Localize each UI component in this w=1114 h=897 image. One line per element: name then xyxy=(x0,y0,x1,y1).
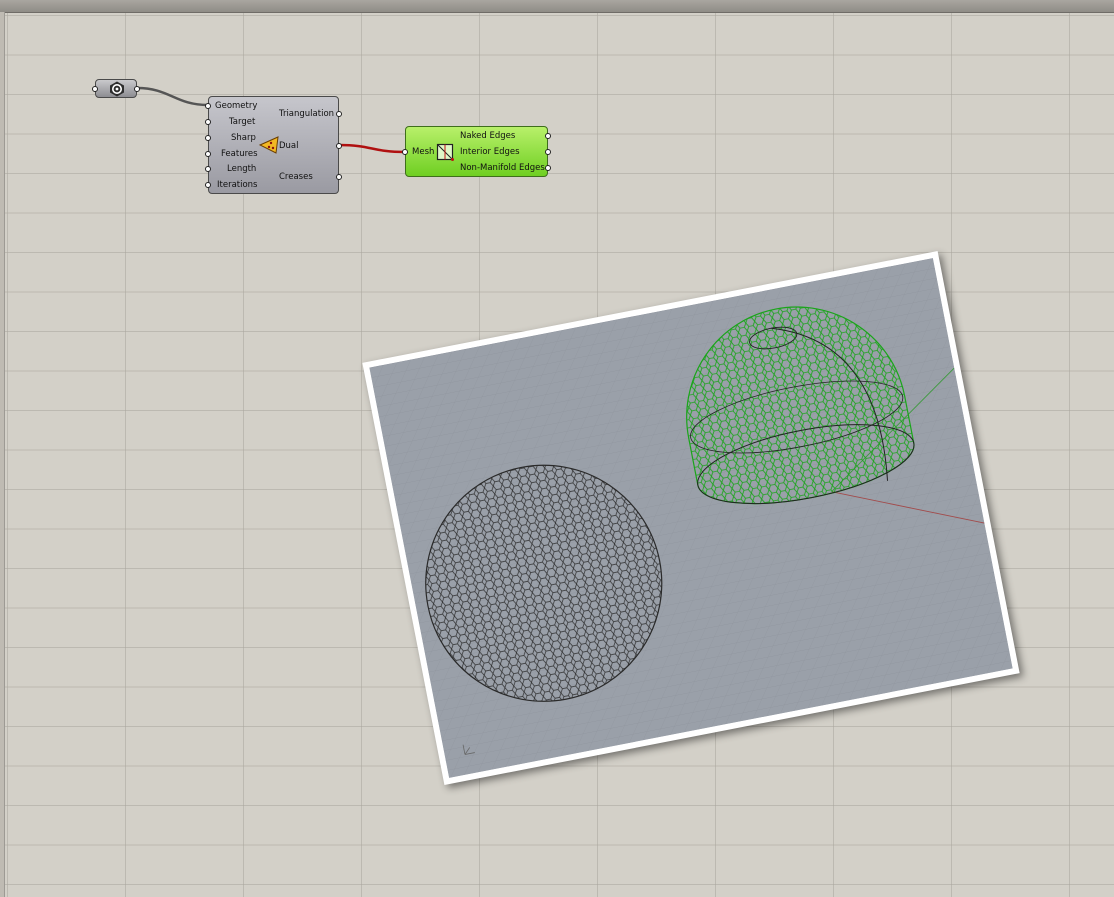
output-triangulation: Triangulation xyxy=(279,109,335,119)
grip-mesh[interactable] xyxy=(402,149,408,155)
input-geometry: Geometry xyxy=(215,101,258,111)
mesh-edges-icon xyxy=(436,143,454,161)
canvas-left-border xyxy=(0,12,5,897)
input-features: Features xyxy=(221,149,258,159)
remesh-component[interactable]: Geometry Target Sharp Features Length It… xyxy=(205,96,342,194)
grip-creases[interactable] xyxy=(336,174,342,180)
output-naked-edges: Naked Edges xyxy=(460,131,516,141)
input-length: Length xyxy=(227,164,257,174)
grip-target[interactable] xyxy=(205,119,211,125)
input-mesh: Mesh xyxy=(412,147,435,157)
grip-dual[interactable] xyxy=(336,143,342,149)
output-dual: Dual xyxy=(279,141,299,151)
input-sharp: Sharp xyxy=(231,133,256,143)
param-output-grip[interactable] xyxy=(134,86,140,92)
param-input-grip[interactable] xyxy=(92,86,98,92)
input-target: Target xyxy=(229,117,256,127)
grip-sharp[interactable] xyxy=(205,135,211,141)
input-iterations: Iterations xyxy=(217,180,258,190)
canvas-toolbar-strip xyxy=(0,0,1114,13)
grip-non-manifold-edges[interactable] xyxy=(545,165,551,171)
grip-naked-edges[interactable] xyxy=(545,133,551,139)
grip-triangulation[interactable] xyxy=(336,111,342,117)
grip-features[interactable] xyxy=(205,151,211,157)
geometry-param-component[interactable] xyxy=(92,79,140,98)
grip-length[interactable] xyxy=(205,166,211,172)
grip-geometry[interactable] xyxy=(205,103,211,109)
hexagon-param-icon xyxy=(110,81,124,97)
mesh-edges-component[interactable]: Mesh Naked Edges Interior Edges Non-Mani… xyxy=(402,126,551,177)
output-interior-edges: Interior Edges xyxy=(460,147,520,157)
output-non-manifold-edges: Non-Manifold Edges xyxy=(460,163,545,173)
grip-interior-edges[interactable] xyxy=(545,149,551,155)
output-creases: Creases xyxy=(279,172,313,182)
triangle-mesh-icon xyxy=(259,136,279,154)
grip-iterations[interactable] xyxy=(205,182,211,188)
